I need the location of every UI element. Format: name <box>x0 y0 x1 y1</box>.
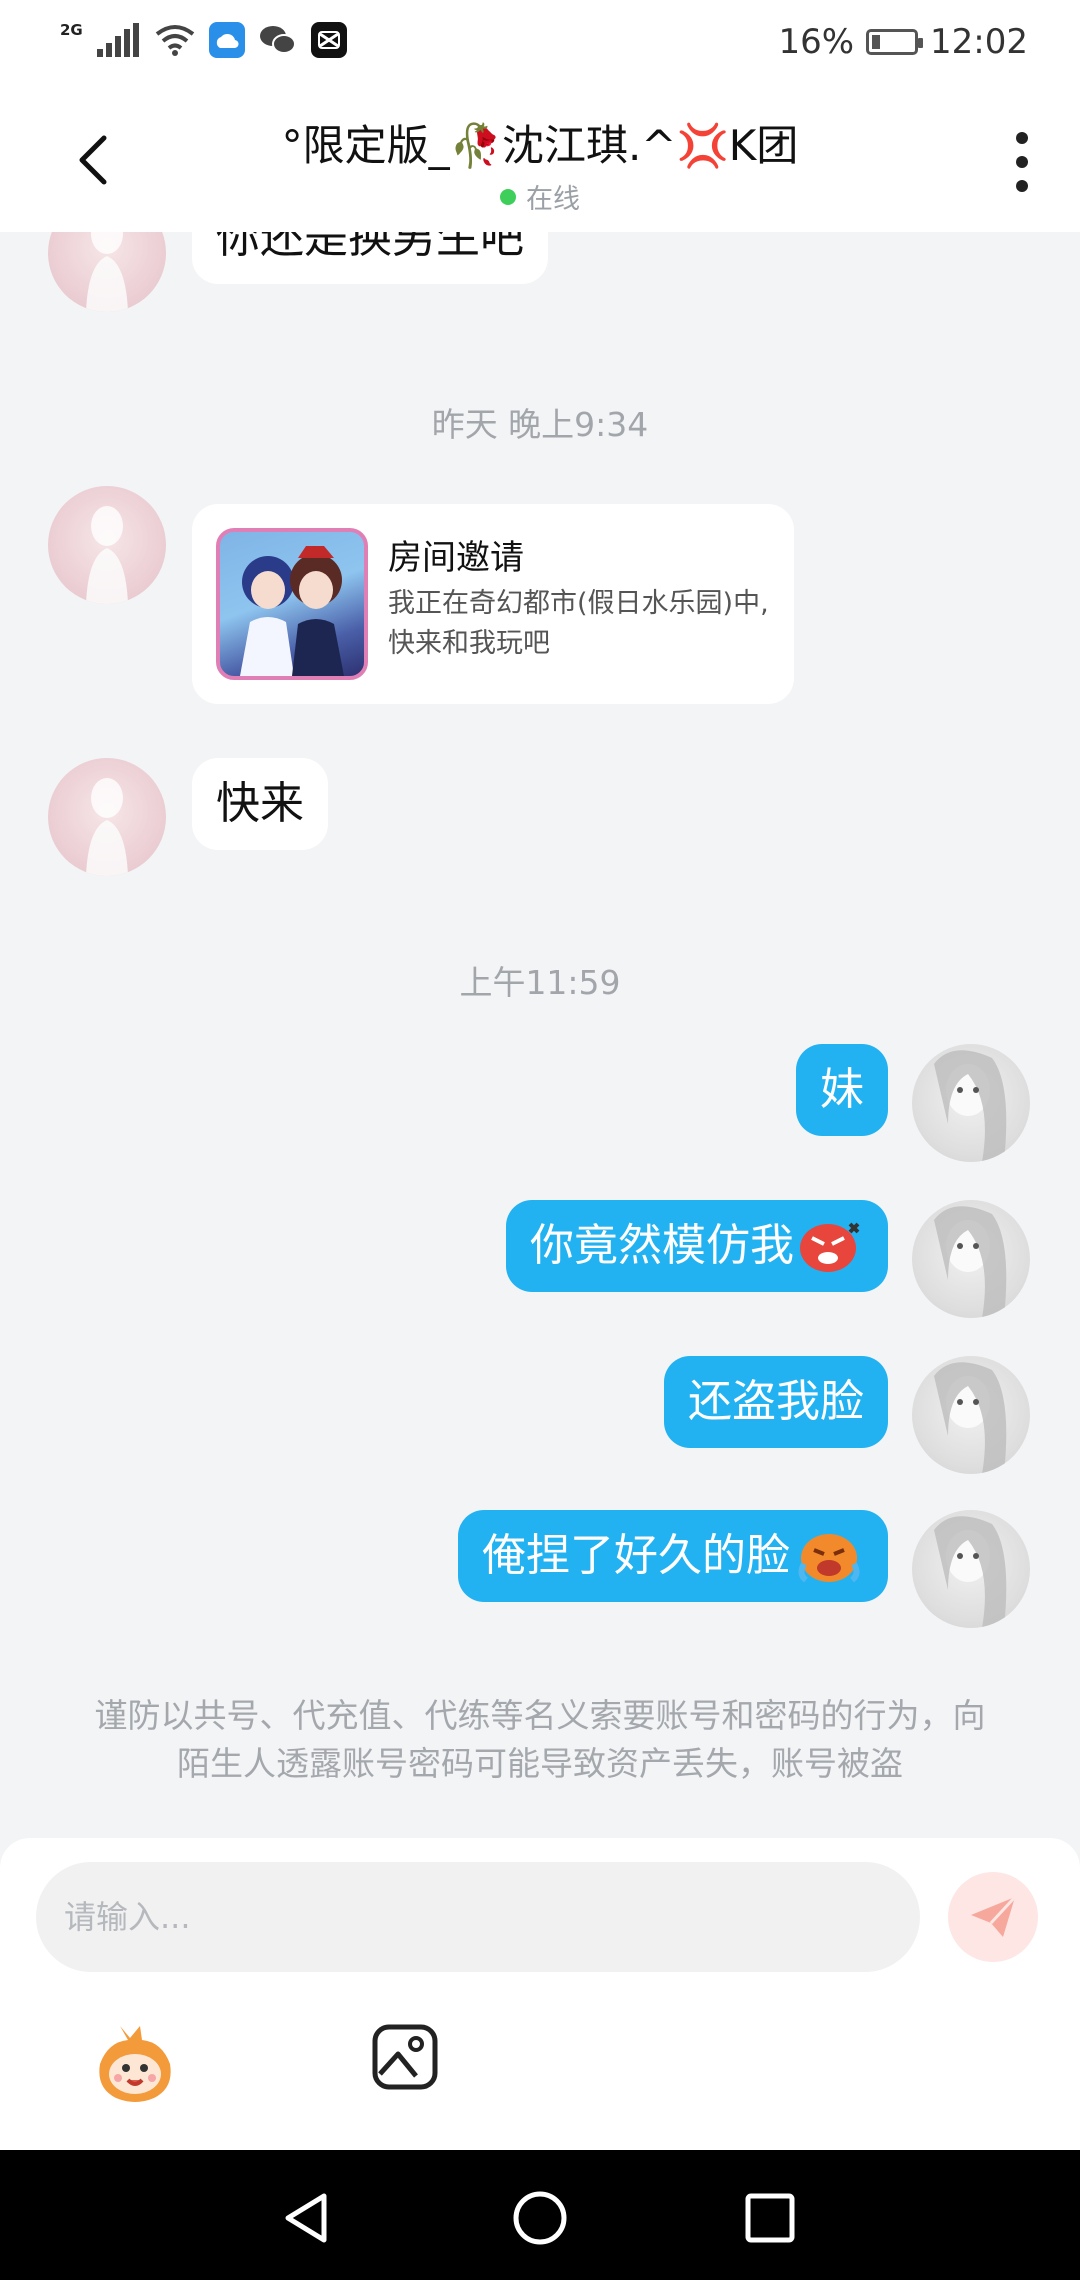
my-avatar[interactable] <box>912 1356 1030 1474</box>
message-bubble-outgoing[interactable]: 还盗我脸 <box>664 1356 888 1448</box>
card-description: 我正在奇幻都市(假日水乐园)中, 快来和我玩吧 <box>388 588 769 659</box>
message-bubble-outgoing[interactable]: 你竟然模仿我 <box>506 1200 888 1292</box>
send-button[interactable] <box>948 1872 1038 1962</box>
timestamp: 昨天 晚上9:34 <box>431 405 649 444</box>
contact-avatar[interactable] <box>48 486 166 604</box>
page-title: °限定版_🥀沈江琪.^💢K团 <box>281 121 799 170</box>
my-avatar[interactable] <box>912 1510 1030 1628</box>
wechat-icon <box>259 26 296 54</box>
contact-avatar[interactable] <box>48 758 166 876</box>
game-thumbnail <box>216 528 368 680</box>
my-avatar[interactable] <box>912 1200 1030 1318</box>
chat-header: °限定版_🥀沈江琪.^💢K团 在线 <box>0 90 1080 232</box>
status-icons-left: 2G <box>60 21 347 58</box>
title-block: °限定版_🥀沈江琪.^💢K团 在线 <box>160 112 920 216</box>
my-avatar[interactable] <box>912 1044 1030 1162</box>
wifi-icon <box>155 25 194 56</box>
nav-back-icon[interactable] <box>278 2188 338 2248</box>
room-invite-card[interactable]: 房间邀请 我正在奇幻都市(假日水乐园)中, 快来和我玩吧 <box>192 504 794 704</box>
nav-recents-icon[interactable] <box>740 2188 800 2248</box>
weather-app-icon <box>208 22 245 58</box>
battery-percent: 16% <box>778 22 855 62</box>
message-input[interactable] <box>36 1862 920 1972</box>
message-bubble-outgoing[interactable]: 俺捏了好久的脸 <box>458 1510 888 1602</box>
network-type: 2G <box>60 21 83 39</box>
mascot-emoji-icon[interactable] <box>90 2016 180 2106</box>
capcut-icon <box>310 22 347 58</box>
nav-home-icon[interactable] <box>510 2188 570 2248</box>
message-text: 还盗我脸 <box>688 1376 864 1427</box>
message-bubble-incoming[interactable]: 快来 <box>192 758 328 850</box>
crying-face-emoji <box>798 1534 860 1583</box>
timestamp: 上午11:59 <box>459 963 621 1002</box>
message-text: 你竟然模仿我 <box>530 1220 794 1271</box>
angry-face-emoji <box>800 1222 860 1272</box>
message-text: 俺捏了好久的脸 <box>482 1530 790 1581</box>
contact-avatar[interactable] <box>48 232 166 312</box>
more-vertical-icon[interactable] <box>1014 132 1030 192</box>
message-list[interactable]: 你还是换男生吧 昨天 晚上9:34 房间邀请 我正在奇幻都市(假日水乐园)中, … <box>0 232 1080 1832</box>
online-status: 在线 <box>160 177 920 216</box>
card-title: 房间邀请 <box>388 538 524 578</box>
system-navigation-bar <box>0 2150 1080 2280</box>
image-picker-icon[interactable] <box>372 2024 438 2090</box>
message-bubble-outgoing[interactable]: 妹 <box>796 1044 888 1136</box>
signal-icon <box>96 23 139 57</box>
send-plane-icon <box>971 1895 1017 1937</box>
security-warning: 谨防以共号、代充值、代练等名义索要账号和密码的行为，向陌生人透露账号密码可能导致… <box>94 1696 986 1783</box>
online-dot-icon <box>500 188 516 205</box>
battery-icon <box>866 29 924 55</box>
clock: 12:02 <box>930 22 1028 62</box>
status-bar: 2G 16% 12:02 <box>0 0 1080 90</box>
composer-panel <box>0 1838 1080 2150</box>
message-text: 妹 <box>820 1064 864 1115</box>
back-chevron-icon[interactable] <box>68 130 118 190</box>
message-bubble-incoming[interactable]: 你还是换男生吧 <box>192 232 548 284</box>
status-icons-right: 16% 12:02 <box>778 22 1028 62</box>
online-label: 在线 <box>526 184 580 215</box>
